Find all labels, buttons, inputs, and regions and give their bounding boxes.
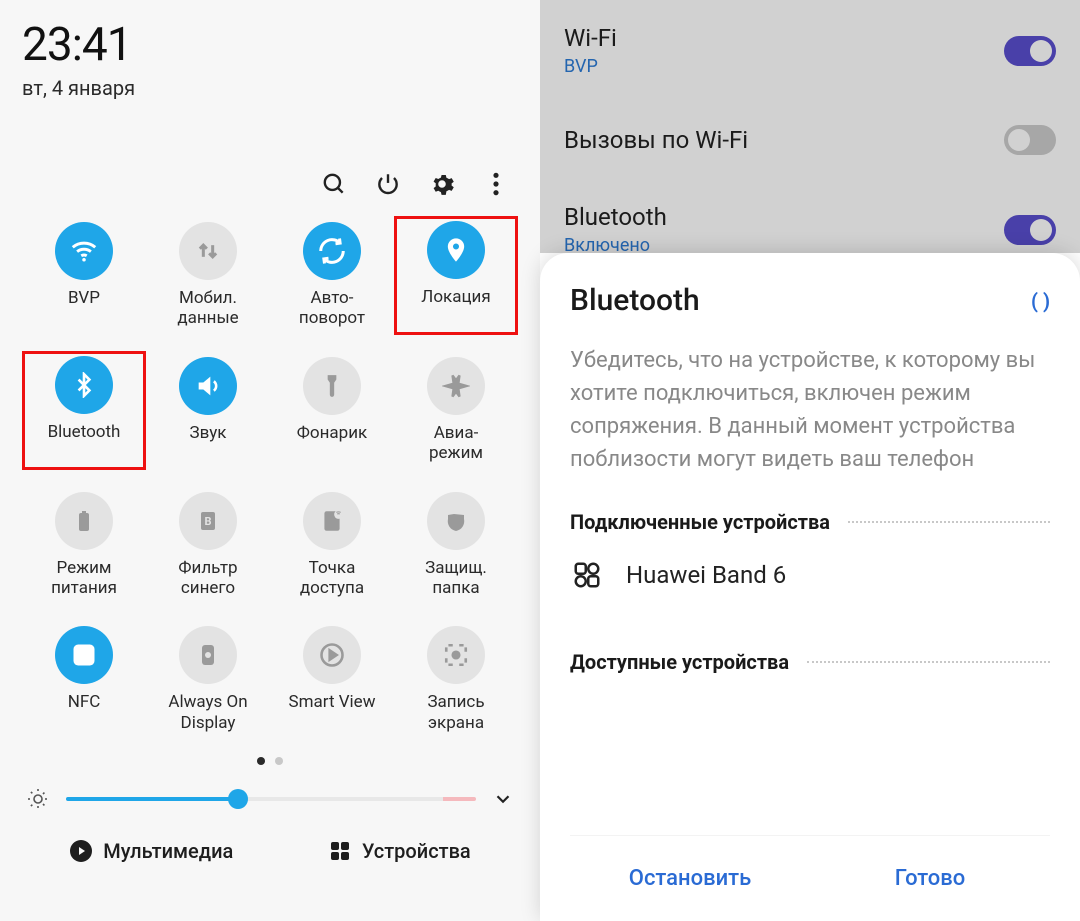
qs-tile-label: Локация bbox=[421, 287, 490, 307]
qs-tile-aod[interactable]: Always OnDisplay bbox=[146, 620, 270, 739]
brightness-slider[interactable] bbox=[22, 787, 518, 811]
multimedia-label: Мультимедиа bbox=[103, 839, 233, 863]
qs-tile-label: Авиа-режим bbox=[429, 423, 483, 464]
qs-tile-label: Точкадоступа bbox=[300, 558, 364, 599]
airplane-icon[interactable] bbox=[427, 357, 485, 415]
divider-dots bbox=[848, 521, 1050, 523]
brightness-track[interactable] bbox=[66, 797, 476, 801]
qs-tile-hotspot[interactable]: Точкадоступа bbox=[270, 486, 394, 605]
settings-panel: Wi-Fi BVP Вызовы по Wi-Fi Bluetooth Вклю… bbox=[540, 0, 1080, 921]
qs-tile-label: Мобил.данные bbox=[177, 288, 238, 329]
qs-tile-label: Always OnDisplay bbox=[168, 692, 247, 733]
sheet-actions: Остановить Готово bbox=[570, 835, 1050, 921]
devices-button[interactable]: Устройства bbox=[328, 839, 471, 863]
qs-bottom-row: Мультимедиа Устройства bbox=[22, 839, 518, 863]
dim-overlay bbox=[540, 0, 1080, 253]
power-icon[interactable] bbox=[374, 170, 402, 198]
done-button[interactable]: Готово bbox=[810, 836, 1050, 921]
page-dot bbox=[257, 757, 265, 765]
qs-tile-label: BVP bbox=[68, 288, 100, 308]
qs-tile-rotate[interactable]: Авто-поворот bbox=[270, 216, 394, 335]
qs-tile-battery[interactable]: Режимпитания bbox=[22, 486, 146, 605]
sound-icon[interactable] bbox=[179, 357, 237, 415]
qs-tile-nfc[interactable]: NFC bbox=[22, 620, 146, 739]
flashlight-icon[interactable] bbox=[303, 357, 361, 415]
battery-icon[interactable] bbox=[55, 492, 113, 550]
data-icon[interactable] bbox=[179, 222, 237, 280]
qs-tile-bluelight[interactable]: B Фильтрсинего bbox=[146, 486, 270, 605]
securefolder-icon[interactable] bbox=[427, 492, 485, 550]
hotspot-icon[interactable] bbox=[303, 492, 361, 550]
stop-button[interactable]: Остановить bbox=[570, 836, 810, 921]
available-header: Доступные устройства bbox=[570, 650, 1050, 674]
loading-icon: ( ) bbox=[1031, 289, 1050, 313]
divider-dots bbox=[807, 661, 1050, 663]
paired-header: Подключенные устройства bbox=[570, 510, 1050, 534]
qs-tile-location[interactable]: Локация bbox=[394, 216, 518, 335]
status-time: 23:41 bbox=[22, 18, 132, 72]
qs-tile-securefolder[interactable]: Защищ.папка bbox=[394, 486, 518, 605]
qs-tile-label: Фонарик bbox=[297, 423, 367, 443]
rotate-icon[interactable] bbox=[303, 222, 361, 280]
settings-icon[interactable] bbox=[428, 170, 456, 198]
location-icon[interactable] bbox=[427, 221, 485, 279]
page-dot bbox=[275, 757, 283, 765]
sheet-title: Bluetooth bbox=[570, 283, 700, 318]
wifi-icon[interactable] bbox=[55, 222, 113, 280]
qs-tile-label: Режимпитания bbox=[51, 558, 117, 599]
watch-icon bbox=[572, 560, 602, 590]
multimedia-button[interactable]: Мультимедиа bbox=[69, 839, 233, 863]
status-date: вт, 4 января bbox=[22, 76, 518, 100]
qs-tiles-grid: BVP Мобил.данные Авто-поворот Локация Blueto… bbox=[22, 216, 518, 739]
qs-tile-label: Защищ.папка bbox=[425, 558, 487, 599]
qs-tile-wifi[interactable]: BVP bbox=[22, 216, 146, 335]
qs-tile-label: NFC bbox=[68, 692, 101, 712]
qs-tile-airplane[interactable]: Авиа-режим bbox=[394, 351, 518, 470]
nfc-icon[interactable] bbox=[55, 626, 113, 684]
bluetooth-sheet: Bluetooth ( ) Убедитесь, что на устройст… bbox=[540, 253, 1080, 921]
brightness-icon bbox=[26, 787, 50, 811]
qs-tile-label: Записьэкрана bbox=[427, 692, 484, 733]
qs-tile-flashlight[interactable]: Фонарик bbox=[270, 351, 394, 470]
qs-tile-record[interactable]: Записьэкрана bbox=[394, 620, 518, 739]
brightness-thumb[interactable] bbox=[228, 789, 248, 809]
qs-tile-smartview[interactable]: Smart View bbox=[270, 620, 394, 739]
device-name: Huawei Band 6 bbox=[626, 561, 786, 589]
bluelight-icon[interactable]: B bbox=[179, 492, 237, 550]
qs-tile-label: Авто-поворот bbox=[299, 288, 365, 329]
record-icon[interactable] bbox=[427, 626, 485, 684]
svg-text:B: B bbox=[204, 515, 211, 528]
bluetooth-icon[interactable] bbox=[55, 356, 113, 414]
chevron-down-icon[interactable] bbox=[492, 788, 514, 810]
aod-icon[interactable] bbox=[179, 626, 237, 684]
page-indicator bbox=[22, 757, 518, 765]
quick-settings-panel: 23:41 вт, 4 января BVP Мобил.данные Авто-п… bbox=[0, 0, 540, 921]
qs-tile-data[interactable]: Мобил.данные bbox=[146, 216, 270, 335]
device-row[interactable]: Huawei Band 6 bbox=[570, 534, 1050, 616]
search-icon[interactable] bbox=[320, 170, 348, 198]
qs-tile-label: Smart View bbox=[289, 692, 376, 712]
devices-label: Устройства bbox=[362, 839, 471, 863]
qs-tile-sound[interactable]: Звук bbox=[146, 351, 270, 470]
qs-tile-label: Bluetooth bbox=[48, 422, 121, 442]
more-icon[interactable] bbox=[482, 170, 510, 198]
paired-label: Подключенные устройства bbox=[570, 510, 830, 534]
sheet-description: Убедитесь, что на устройстве, к которому… bbox=[570, 344, 1050, 476]
qs-tile-bluetooth[interactable]: Bluetooth bbox=[22, 351, 146, 470]
qs-tile-label: Фильтрсинего bbox=[178, 558, 237, 599]
qs-actions bbox=[22, 170, 518, 198]
qs-tile-label: Звук bbox=[190, 423, 227, 443]
available-label: Доступные устройства bbox=[570, 650, 789, 674]
smartview-icon[interactable] bbox=[303, 626, 361, 684]
